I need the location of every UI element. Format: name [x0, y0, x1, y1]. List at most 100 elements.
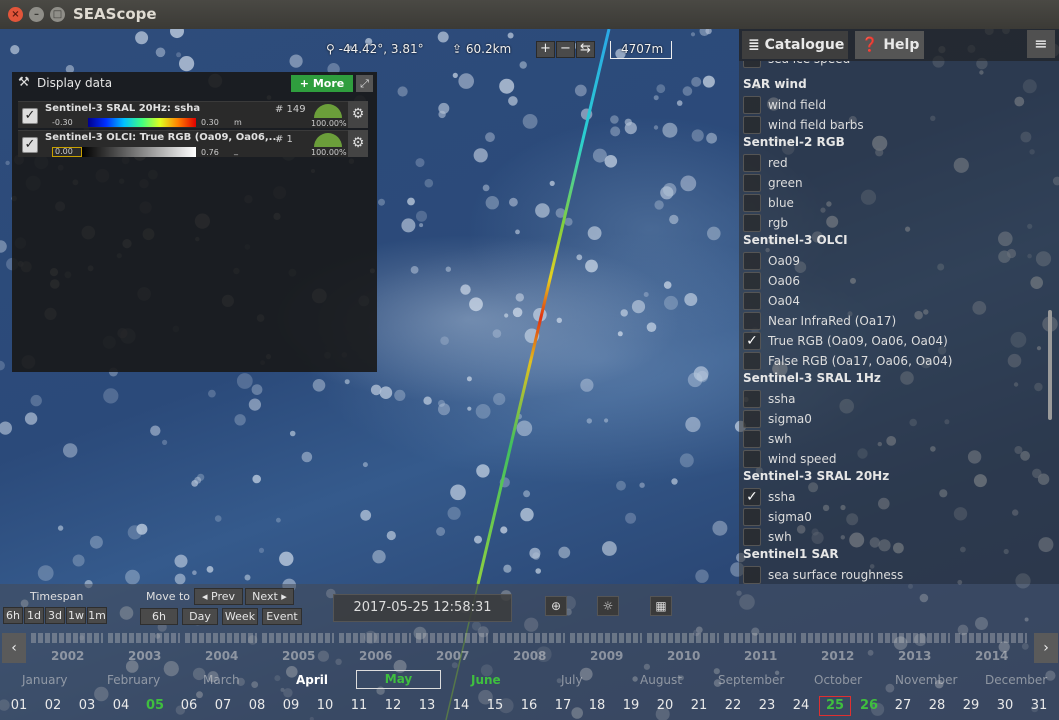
layer-row-ssha[interactable]: ✓ Sentinel-3 SRAL 20Hz: ssha # 149 -0.30…	[18, 101, 357, 128]
day-label[interactable]: 15	[482, 698, 508, 713]
year-label[interactable]: 2009	[590, 649, 623, 663]
day-label[interactable]: 02	[40, 698, 66, 713]
catalogue-group-header[interactable]: Sentinel-3 SRAL 1Hz	[743, 371, 881, 385]
timespan-button-6h[interactable]: 6h	[3, 607, 23, 624]
catalogue-scrollbar[interactable]	[1048, 310, 1052, 420]
crosshair-icon[interactable]: ⊕	[545, 596, 567, 616]
year-label[interactable]: 2006	[359, 649, 392, 663]
day-label[interactable]: 01	[6, 698, 32, 713]
month-label[interactable]: February	[107, 673, 160, 687]
catalogue-checkbox[interactable]	[743, 352, 761, 370]
day-label[interactable]: 10	[312, 698, 338, 713]
month-label[interactable]: June	[471, 673, 501, 687]
day-label[interactable]: 26	[856, 698, 882, 713]
timespan-button-1m[interactable]: 1m	[87, 607, 107, 624]
catalogue-checkbox[interactable]	[743, 174, 761, 192]
catalogue-checkbox[interactable]	[743, 292, 761, 310]
catalogue-checkbox[interactable]	[743, 430, 761, 448]
year-label[interactable]: 2013	[898, 649, 931, 663]
minimize-window-button[interactable]: –	[29, 7, 44, 22]
catalogue-checkbox[interactable]	[743, 528, 761, 546]
expand-panel-button[interactable]: ⤢	[356, 75, 373, 92]
day-label[interactable]: 27	[890, 698, 916, 713]
catalogue-checkbox[interactable]	[743, 214, 761, 232]
tab-help[interactable]: ❓ Help	[855, 31, 924, 59]
day-label[interactable]: 16	[516, 698, 542, 713]
timeline-next-arrow-icon[interactable]: ›	[1034, 633, 1058, 663]
day-label[interactable]: 23	[754, 698, 780, 713]
catalogue-checkbox[interactable]	[743, 194, 761, 212]
calendar-icon[interactable]: ▦	[650, 596, 672, 616]
catalogue-checkbox[interactable]	[743, 390, 761, 408]
month-label[interactable]: April	[296, 673, 328, 687]
year-label[interactable]: 2012	[821, 649, 854, 663]
catalogue-checkbox[interactable]	[743, 508, 761, 526]
day-label[interactable]: 30	[992, 698, 1018, 713]
zoom-in-button[interactable]: +	[536, 41, 555, 58]
day-label[interactable]: 29	[958, 698, 984, 713]
catalogue-group-header[interactable]: Sentinel-3 SRAL 20Hz	[743, 469, 889, 483]
catalogue-checkbox[interactable]	[743, 154, 761, 172]
month-label[interactable]: September	[718, 673, 784, 687]
month-label[interactable]: July	[561, 673, 583, 687]
timespan-button-1w[interactable]: 1w	[66, 607, 86, 624]
catalogue-checkbox[interactable]	[743, 566, 761, 584]
month-label[interactable]: May	[356, 670, 441, 689]
day-label[interactable]: 08	[244, 698, 270, 713]
year-label[interactable]: 2011	[744, 649, 777, 663]
reset-view-button[interactable]: ⇆	[576, 41, 595, 58]
current-datetime[interactable]: 2017-05-25 12:58:31	[333, 594, 512, 622]
month-label[interactable]: October	[814, 673, 862, 687]
day-label[interactable]: 11	[346, 698, 372, 713]
catalogue-checkbox[interactable]	[743, 61, 761, 68]
year-label[interactable]: 2004	[205, 649, 238, 663]
day-label[interactable]: 09	[278, 698, 304, 713]
catalogue-group-header[interactable]: Sentinel1 SAR	[743, 547, 839, 561]
month-label[interactable]: August	[640, 673, 682, 687]
layer-visible-checkbox[interactable]: ✓	[22, 108, 38, 124]
day-label[interactable]: 17	[550, 698, 576, 713]
year-label[interactable]: 2005	[282, 649, 315, 663]
catalogue-checkbox[interactable]	[743, 312, 761, 330]
layer-visible-checkbox[interactable]: ✓	[22, 137, 38, 153]
day-label[interactable]: 31	[1026, 698, 1052, 713]
day-label[interactable]: 12	[380, 698, 406, 713]
step-button-week[interactable]: Week	[222, 608, 258, 625]
month-label[interactable]: March	[203, 673, 240, 687]
prev-button[interactable]: ◂ Prev	[194, 588, 243, 605]
catalogue-group-header[interactable]: SAR wind	[743, 77, 807, 91]
catalogue-checkbox-checked[interactable]: ✓	[743, 332, 761, 350]
catalogue-checkbox-checked[interactable]: ✓	[743, 488, 761, 506]
day-label[interactable]: 22	[720, 698, 746, 713]
year-label[interactable]: 2002	[51, 649, 84, 663]
day-label[interactable]: 21	[686, 698, 712, 713]
day-label[interactable]: 13	[414, 698, 440, 713]
next-button[interactable]: Next ▸	[245, 588, 294, 605]
catalogue-group-header[interactable]: Sentinel-2 RGB	[743, 135, 845, 149]
day-label[interactable]: 03	[74, 698, 100, 713]
step-button-6h[interactable]: 6h	[140, 608, 178, 625]
catalogue-checkbox[interactable]	[743, 450, 761, 468]
day-label[interactable]: 05	[142, 698, 168, 713]
catalogue-list[interactable]: sea ice speed SAR wind wind field wind fiel…	[739, 61, 1049, 584]
year-label[interactable]: 2010	[667, 649, 700, 663]
layer-row-true-rgb[interactable]: ✓ Sentinel-3 OLCI: True RGB (Oa09, Oa06,…	[18, 130, 357, 157]
opacity-gauge-icon[interactable]	[314, 133, 342, 147]
day-label[interactable]: 25	[819, 696, 851, 716]
step-button-event[interactable]: Event	[262, 608, 302, 625]
hamburger-menu-button[interactable]: ≡	[1027, 30, 1055, 58]
month-label[interactable]: December	[985, 673, 1047, 687]
maximize-window-button[interactable]: □	[50, 7, 65, 22]
day-label[interactable]: 06	[176, 698, 202, 713]
day-label[interactable]: 24	[788, 698, 814, 713]
opacity-gauge-icon[interactable]	[314, 104, 342, 118]
catalogue-checkbox[interactable]	[743, 410, 761, 428]
colorbar-min-input[interactable]: 0.00	[52, 147, 82, 157]
timespan-button-3d[interactable]: 3d	[45, 607, 65, 624]
year-label[interactable]: 2014	[975, 649, 1008, 663]
catalogue-checkbox[interactable]	[743, 252, 761, 270]
day-label[interactable]: 19	[618, 698, 644, 713]
catalogue-group-header[interactable]: Sentinel-3 OLCI	[743, 233, 848, 247]
day-label[interactable]: 20	[652, 698, 678, 713]
catalogue-checkbox[interactable]	[743, 272, 761, 290]
